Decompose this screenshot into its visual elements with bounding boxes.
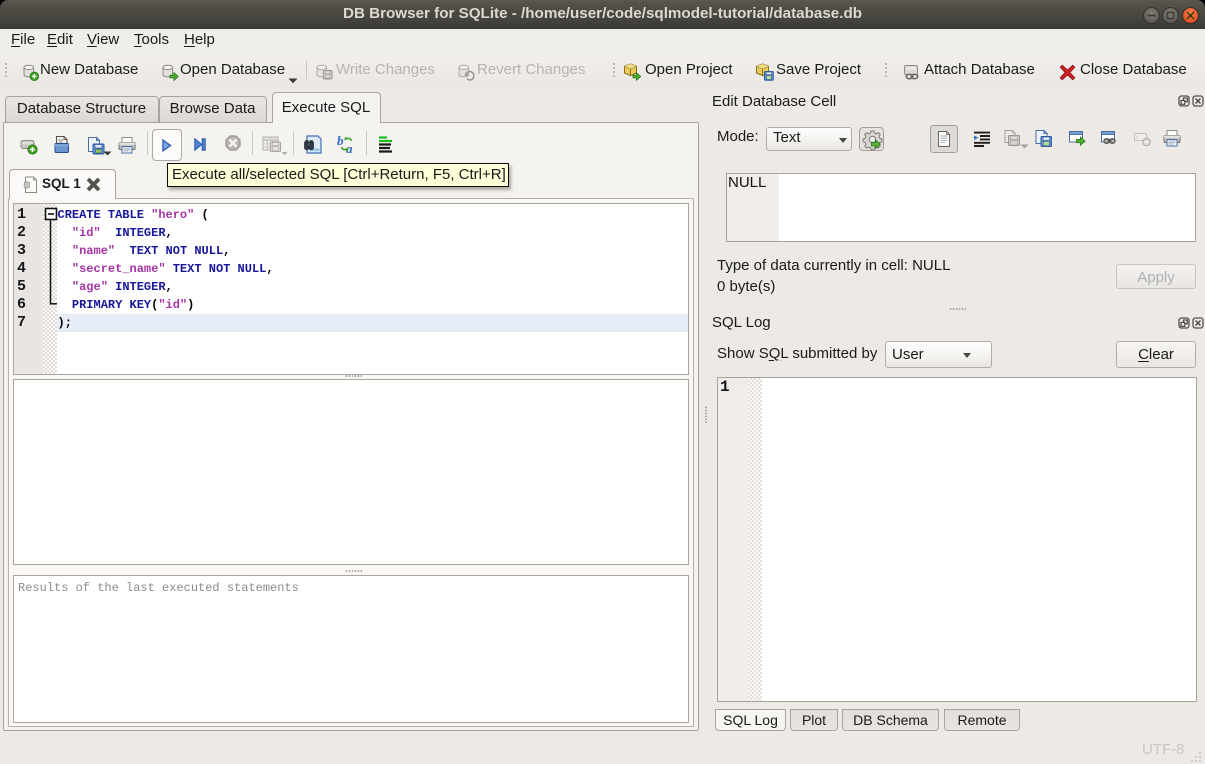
svg-text:b: b: [337, 134, 344, 148]
svg-text:a: a: [346, 141, 353, 154]
